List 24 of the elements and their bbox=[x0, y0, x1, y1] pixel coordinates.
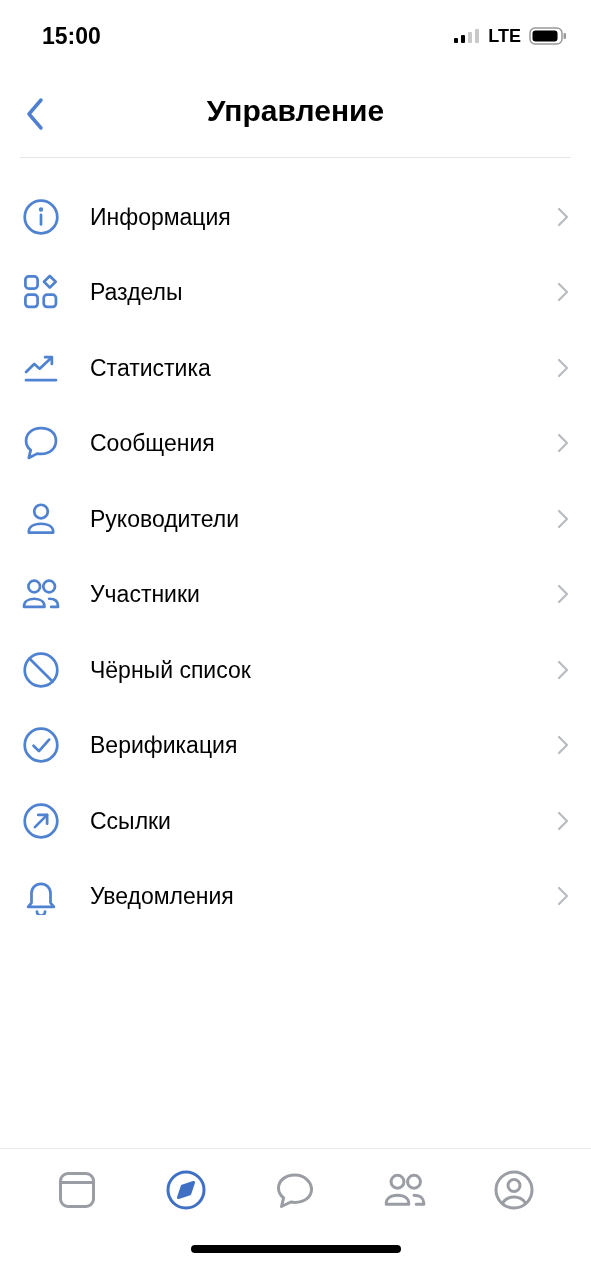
signal-icon bbox=[454, 29, 481, 43]
network-label: LTE bbox=[488, 24, 521, 48]
chevron-icon bbox=[557, 735, 569, 756]
clock-time: 15:00 bbox=[42, 21, 101, 51]
chevron-icon bbox=[557, 659, 569, 680]
chevron-icon bbox=[557, 282, 569, 303]
chevron-icon bbox=[557, 433, 569, 454]
chevron-icon bbox=[557, 810, 569, 831]
info-icon bbox=[22, 197, 60, 236]
chevron-icon bbox=[557, 508, 569, 529]
battery-icon bbox=[529, 27, 567, 45]
chevron-icon bbox=[557, 584, 569, 605]
tab-button[interactable] bbox=[165, 1169, 208, 1211]
compass-icon bbox=[165, 1169, 208, 1211]
arrow-circle-icon bbox=[22, 801, 60, 840]
page-title: Управление bbox=[206, 92, 385, 129]
block-icon bbox=[22, 650, 60, 689]
chevron-icon bbox=[557, 357, 569, 378]
tab-button[interactable] bbox=[493, 1169, 536, 1211]
back-icon bbox=[25, 97, 45, 131]
check-circle-icon bbox=[22, 726, 60, 765]
chevron-icon bbox=[557, 206, 569, 227]
profile-icon bbox=[493, 1169, 536, 1211]
chevron-icon bbox=[557, 886, 569, 907]
